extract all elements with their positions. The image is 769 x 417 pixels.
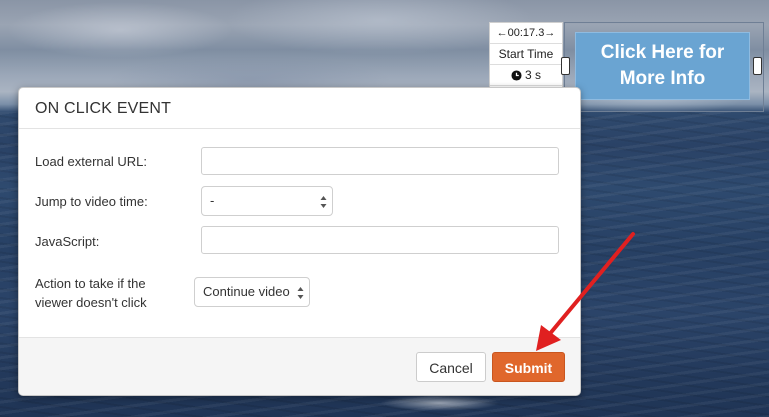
red-arrow-annotation [536,232,635,351]
